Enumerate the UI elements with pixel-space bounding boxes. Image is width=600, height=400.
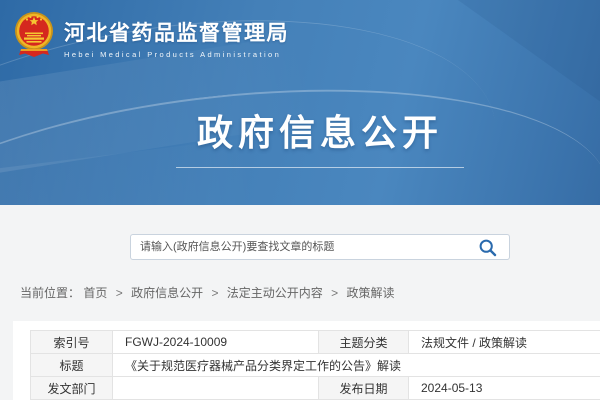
index-number-label: 索引号 <box>31 331 113 354</box>
breadcrumb-separator: > <box>211 286 218 300</box>
article-info-card: 索引号 FGWJ-2024-10009 主题分类 法规文件 / 政策解读 标题 … <box>13 321 600 400</box>
page-title: 政府信息公开 <box>0 112 600 154</box>
title-label: 标题 <box>31 354 113 377</box>
title-value: 《关于规范医疗器械产品分类界定工作的公告》解读 <box>113 354 600 377</box>
breadcrumb-item-gov-info[interactable]: 政府信息公开 <box>131 286 203 300</box>
content-area: 当前位置： 首页 > 政府信息公开 > 法定主动公开内容 > 政策解读 索引号 … <box>0 205 600 400</box>
site-logo[interactable]: 河北省药品监督管理局 Hebei Medical Products Admini… <box>13 8 289 62</box>
publish-date-value: 2024-05-13 <box>409 377 600 400</box>
search-icon <box>478 238 498 258</box>
breadcrumb-item-home[interactable]: 首页 <box>83 286 107 300</box>
page-title-underline <box>176 167 464 168</box>
breadcrumb-separator: > <box>331 286 338 300</box>
publish-date-label: 发布日期 <box>319 377 409 400</box>
agency-name-en: Hebei Medical Products Administration <box>64 50 289 59</box>
search-button[interactable] <box>478 238 498 258</box>
agency-name-cn: 河北省药品监督管理局 <box>64 22 289 46</box>
index-number-value: FGWJ-2024-10009 <box>113 331 319 354</box>
china-national-emblem-icon <box>13 8 55 62</box>
header-banner: 河北省药品监督管理局 Hebei Medical Products Admini… <box>0 0 600 205</box>
search-input[interactable] <box>131 235 509 259</box>
topic-category-value: 法规文件 / 政策解读 <box>409 331 600 354</box>
table-row: 发文部门 发布日期 2024-05-13 <box>31 377 600 400</box>
article-info-table: 索引号 FGWJ-2024-10009 主题分类 法规文件 / 政策解读 标题 … <box>30 330 600 400</box>
breadcrumb-item-policy-interpretation[interactable]: 政策解读 <box>347 286 395 300</box>
issuing-department-value <box>113 377 319 400</box>
issuing-department-label: 发文部门 <box>31 377 113 400</box>
table-row: 索引号 FGWJ-2024-10009 主题分类 法规文件 / 政策解读 <box>31 331 600 354</box>
breadcrumb: 当前位置： 首页 > 政府信息公开 > 法定主动公开内容 > 政策解读 <box>20 284 395 301</box>
search-box <box>130 234 510 260</box>
table-row: 标题 《关于规范医疗器械产品分类界定工作的公告》解读 <box>31 354 600 377</box>
breadcrumb-item-disclosure-content[interactable]: 法定主动公开内容 <box>227 286 323 300</box>
breadcrumb-label: 当前位置： <box>20 286 80 300</box>
topic-category-label: 主题分类 <box>319 331 409 354</box>
breadcrumb-separator: > <box>116 286 123 300</box>
agency-names: 河北省药品监督管理局 Hebei Medical Products Admini… <box>64 8 289 59</box>
